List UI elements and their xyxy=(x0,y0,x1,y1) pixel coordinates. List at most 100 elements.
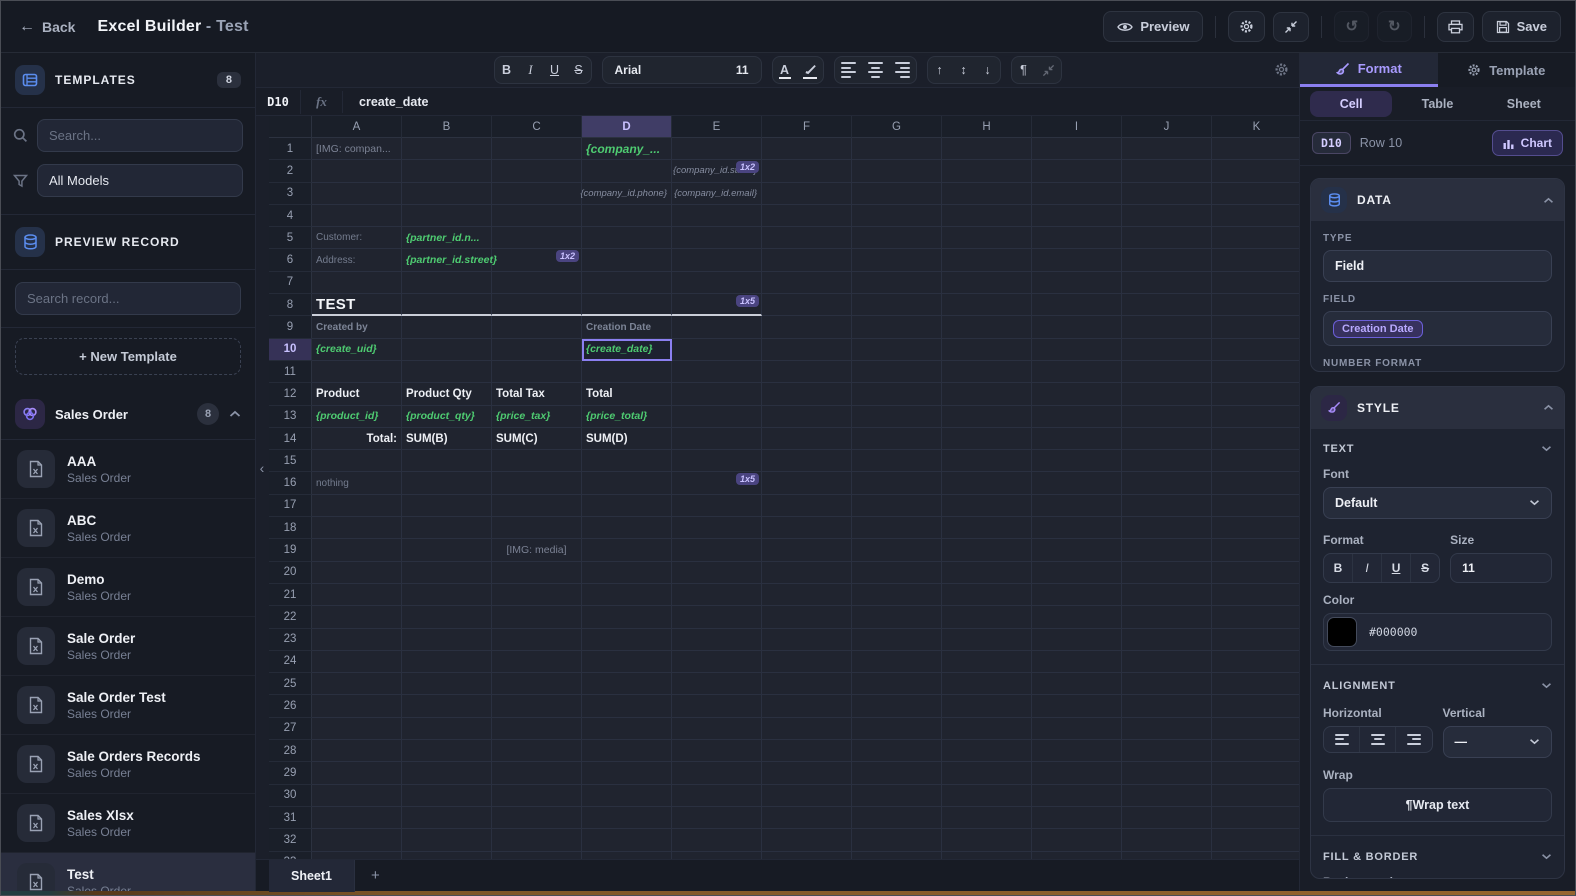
chart-button[interactable]: Chart xyxy=(1491,130,1563,156)
cell-J33[interactable] xyxy=(1122,851,1212,859)
tab-format[interactable]: Format xyxy=(1300,53,1438,87)
cell-C4[interactable] xyxy=(492,204,582,228)
cell-C11[interactable] xyxy=(492,360,582,384)
cell-F1[interactable] xyxy=(762,138,852,161)
cell-G31[interactable] xyxy=(852,806,942,830)
cell-J7[interactable] xyxy=(1122,271,1212,295)
cell-E27[interactable] xyxy=(672,717,762,741)
cell-C8[interactable] xyxy=(492,294,582,317)
cell-E14[interactable] xyxy=(672,427,762,451)
cell-B2[interactable] xyxy=(402,160,492,183)
cell-C12[interactable]: Total Tax xyxy=(492,383,582,406)
cell-J28[interactable] xyxy=(1122,740,1212,763)
column-header-E[interactable]: E xyxy=(672,116,762,138)
cell-B21[interactable] xyxy=(402,583,492,607)
cell-G25[interactable] xyxy=(852,673,942,696)
cell-F26[interactable] xyxy=(762,695,852,718)
cell-I9[interactable] xyxy=(1032,316,1122,339)
cell-K18[interactable] xyxy=(1212,517,1299,540)
cell-D19[interactable] xyxy=(582,539,672,562)
cell-C19[interactable]: [IMG: media] xyxy=(492,539,582,562)
cell-F17[interactable] xyxy=(762,494,852,518)
cell-D22[interactable] xyxy=(582,606,672,629)
cell-E1[interactable] xyxy=(672,138,762,161)
cell-J22[interactable] xyxy=(1122,606,1212,629)
cell-F12[interactable] xyxy=(762,383,852,406)
cell-B17[interactable] xyxy=(402,494,492,518)
cell-D8[interactable] xyxy=(582,294,672,317)
cell-J20[interactable] xyxy=(1122,561,1212,584)
cell-G12[interactable] xyxy=(852,383,942,406)
size-input[interactable]: 11 xyxy=(1450,552,1552,583)
subtab-sheet[interactable]: Sheet xyxy=(1483,91,1565,117)
cell-F25[interactable] xyxy=(762,673,852,696)
cell-J15[interactable] xyxy=(1122,450,1212,473)
field-picker[interactable]: Creation Date xyxy=(1323,311,1552,346)
cell-J14[interactable] xyxy=(1122,427,1212,451)
select-all-corner[interactable] xyxy=(269,116,312,138)
cell-A32[interactable] xyxy=(312,829,402,852)
cell-H18[interactable] xyxy=(942,517,1032,540)
cell-H27[interactable] xyxy=(942,717,1032,741)
row-header-30[interactable]: 30 xyxy=(269,784,312,807)
save-button[interactable]: Save xyxy=(1481,11,1561,42)
bold-toggle[interactable]: B xyxy=(1324,554,1352,582)
row-header-20[interactable]: 20 xyxy=(269,561,312,584)
cell-B8[interactable] xyxy=(402,294,492,317)
cell-H17[interactable] xyxy=(942,494,1032,518)
cell-E22[interactable] xyxy=(672,606,762,629)
cell-C21[interactable] xyxy=(492,583,582,607)
cell-B15[interactable] xyxy=(402,450,492,473)
italic-button[interactable]: I xyxy=(519,57,543,83)
style-section-header[interactable]: STYLE xyxy=(1311,386,1564,429)
cell-G3[interactable] xyxy=(852,182,942,205)
cell-I15[interactable] xyxy=(1032,450,1122,473)
row-header-10[interactable]: 10 xyxy=(269,338,312,361)
cell-A3[interactable] xyxy=(312,182,402,205)
cell-F16[interactable] xyxy=(762,472,852,495)
cell-H26[interactable] xyxy=(942,695,1032,718)
cell-E16[interactable]: 1x5 xyxy=(672,472,762,495)
cell-E8[interactable]: 1x5 xyxy=(672,294,762,317)
row-header-24[interactable]: 24 xyxy=(269,650,312,674)
cell-B16[interactable] xyxy=(402,472,492,495)
template-item-sale-order-test[interactable]: Sale Order Test Sales Order xyxy=(1,676,255,735)
cell-I23[interactable] xyxy=(1032,628,1122,651)
cell-I32[interactable] xyxy=(1032,829,1122,852)
record-search-input[interactable] xyxy=(15,282,241,315)
cell-A27[interactable] xyxy=(312,717,402,741)
cell-E19[interactable] xyxy=(672,539,762,562)
cell-F29[interactable] xyxy=(762,762,852,785)
cell-K19[interactable] xyxy=(1212,539,1299,562)
cell-C10[interactable] xyxy=(492,338,582,361)
cell-I14[interactable] xyxy=(1032,427,1122,451)
cell-K16[interactable] xyxy=(1212,472,1299,495)
valign-select[interactable]: — xyxy=(1442,725,1552,758)
cell-K32[interactable] xyxy=(1212,829,1299,852)
row-header-9[interactable]: 9 xyxy=(269,316,312,339)
cell-E23[interactable] xyxy=(672,628,762,651)
subtab-cell[interactable]: Cell xyxy=(1310,90,1393,117)
print-button[interactable] xyxy=(1436,11,1474,42)
cell-D11[interactable] xyxy=(582,360,672,384)
cell-G9[interactable] xyxy=(852,316,942,339)
cell-G11[interactable] xyxy=(852,360,942,384)
cell-C2[interactable] xyxy=(492,160,582,183)
cell-I1[interactable] xyxy=(1032,138,1122,161)
cell-D24[interactable] xyxy=(582,650,672,674)
cell-K1[interactable] xyxy=(1212,138,1299,161)
cell-A16[interactable]: nothing xyxy=(312,472,402,495)
cell-F18[interactable] xyxy=(762,517,852,540)
cell-D28[interactable] xyxy=(582,740,672,763)
cell-A6[interactable]: Address: xyxy=(312,249,402,272)
cell-J32[interactable] xyxy=(1122,829,1212,852)
cell-I31[interactable] xyxy=(1032,806,1122,830)
column-header-J[interactable]: J xyxy=(1122,116,1212,138)
cell-B32[interactable] xyxy=(402,829,492,852)
cell-G19[interactable] xyxy=(852,539,942,562)
cell-A26[interactable] xyxy=(312,695,402,718)
cell-H3[interactable] xyxy=(942,182,1032,205)
cell-H33[interactable] xyxy=(942,851,1032,859)
column-header-C[interactable]: C xyxy=(492,116,582,138)
cell-C16[interactable] xyxy=(492,472,582,495)
